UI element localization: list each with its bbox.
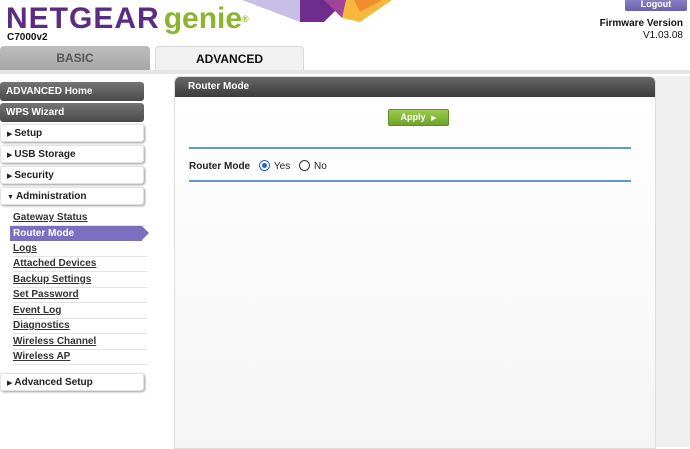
router-mode-yes-label[interactable]: Yes (274, 161, 290, 172)
sidebar-subitem-wireless-ap[interactable]: Wireless AP (13, 349, 147, 365)
sidebar-item-label: Setup (14, 128, 43, 139)
panel-title: Router Mode (175, 77, 655, 97)
play-arrow-icon: ▶ (431, 115, 437, 122)
sidebar-subitem-attached-devices[interactable]: Attached Devices (13, 256, 147, 272)
sidebar-subitem-logs[interactable]: Logs (13, 241, 147, 257)
sidebar-subitem-set-password[interactable]: Set Password (13, 287, 147, 303)
firmware-label: Firmware Version (599, 18, 683, 29)
firmware-version: V1.03.08 (642, 30, 683, 41)
sidebar-subitem-label: Router Mode (13, 228, 75, 239)
sidebar-item-setup[interactable]: ▶ Setup (0, 124, 144, 142)
router-mode-yes-radio[interactable] (258, 159, 270, 171)
sidebar-subitem-diagnostics[interactable]: Diagnostics (13, 318, 147, 334)
sidebar-item-security[interactable]: ▶ Security (0, 166, 144, 184)
router-mode-label: Router Mode (189, 161, 251, 172)
triangle-right-icon: ▶ (7, 152, 13, 159)
panel-body: Apply ▶ Router Mode Yes No (175, 97, 655, 448)
sidebar-item-advanced-home[interactable]: ADVANCED Home (0, 82, 144, 101)
sidebar-subitem-gateway-status[interactable]: Gateway Status (13, 210, 147, 226)
netgear-genie-logo: NETGEAR genie® (6, 4, 250, 34)
sidebar-item-administration[interactable]: ▼ Administration (0, 187, 144, 205)
bottom-divider (189, 180, 631, 182)
router-mode-row: Router Mode Yes No (189, 159, 327, 174)
sidebar-item-label: Advanced Setup (14, 377, 93, 388)
triangle-right-icon: ▶ (7, 131, 13, 138)
sidebar-item-advanced-setup[interactable]: ▶ Advanced Setup (0, 373, 144, 391)
sidebar-subitem-router-mode[interactable]: Router Mode (10, 226, 149, 241)
logo-product: genie (163, 2, 243, 35)
triangle-right-icon: ▶ (7, 173, 13, 180)
sidebar-subitem-wireless-channel[interactable]: Wireless Channel (13, 334, 147, 350)
apply-button[interactable]: Apply ▶ (388, 109, 449, 126)
top-divider (189, 147, 631, 149)
tab-advanced[interactable]: ADVANCED (155, 46, 304, 71)
sidebar-subitem-event-log[interactable]: Event Log (13, 303, 147, 319)
sidebar-subitem-backup-settings[interactable]: Backup Settings (13, 272, 147, 288)
logo-brand: NETGEAR (6, 2, 160, 35)
sidebar-item-wps-wizard[interactable]: WPS Wizard (0, 103, 144, 122)
triangle-right-icon: ▶ (7, 380, 13, 387)
router-mode-panel: Router Mode Apply ▶ Router Mode Yes No (174, 76, 656, 449)
model-name: C7000v2 (7, 32, 48, 43)
logout-button[interactable]: Logout (625, 0, 687, 11)
decorative-shapes-icon (242, 0, 392, 22)
sidebar-item-usb-storage[interactable]: ▶ USB Storage (0, 145, 144, 163)
main-tabs: BASIC ADVANCED (0, 44, 690, 71)
sidebar-item-label: USB Storage (14, 149, 76, 160)
tab-divider (0, 70, 690, 74)
tab-basic[interactable]: BASIC (0, 46, 150, 70)
apply-button-label: Apply (400, 112, 426, 122)
sidebar: ADVANCED Home WPS Wizard ▶ Setup ▶ USB Sto… (0, 80, 150, 447)
triangle-down-icon: ▼ (7, 194, 14, 201)
router-mode-no-radio[interactable] (299, 159, 310, 171)
sidebar-item-label: Security (14, 170, 54, 181)
active-pointer-icon (142, 226, 149, 240)
right-gutter (656, 76, 690, 447)
router-mode-no-label[interactable]: No (314, 161, 327, 172)
sidebar-item-label: Administration (15, 191, 87, 202)
